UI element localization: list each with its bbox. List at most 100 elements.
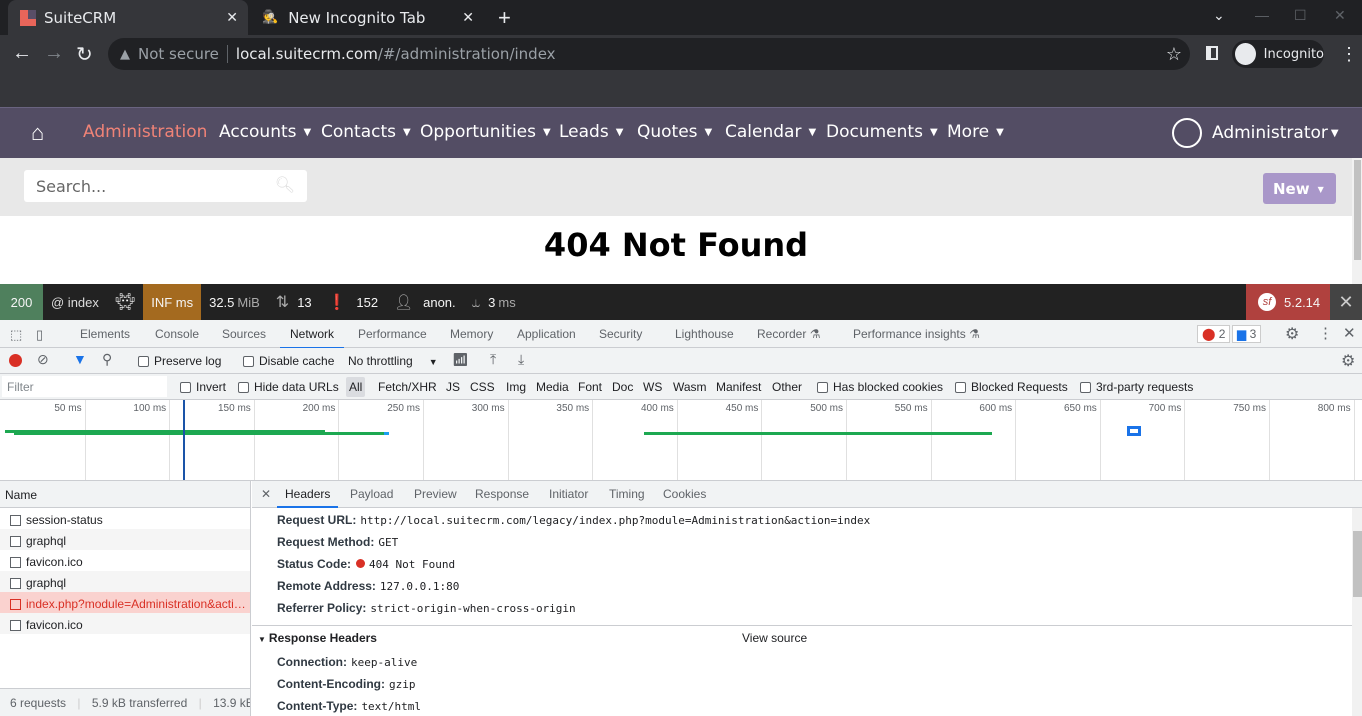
filter-type-ws[interactable]: WS <box>643 380 662 394</box>
record-icon[interactable] <box>9 354 22 367</box>
throttling-select[interactable]: No throttling ▼ <box>348 354 438 368</box>
blocked-requests-checkbox[interactable]: Blocked Requests <box>955 380 1068 394</box>
nav-quotes[interactable]: Quotes ▼ <box>637 122 712 142</box>
nav-leads[interactable]: Leads ▼ <box>559 122 623 142</box>
messages-badge[interactable]: ▆ 3 <box>1232 325 1262 343</box>
response-headers-section-toggle[interactable]: ▼ Response Headers <box>258 631 377 645</box>
bookmark-star-icon[interactable]: ☆ <box>1166 44 1182 65</box>
reload-icon[interactable]: ↻ <box>76 42 93 67</box>
inspect-element-icon[interactable]: ⬚ <box>10 327 22 343</box>
twig-panel[interactable]: ⥿ 3 ms <box>464 284 524 320</box>
view-source-link[interactable]: View source <box>742 631 807 645</box>
filter-icon[interactable]: ▼ <box>73 351 87 367</box>
detail-tab-cookies[interactable]: Cookies <box>663 487 706 501</box>
security-label[interactable]: Not secure <box>138 45 219 63</box>
filter-type-img[interactable]: Img <box>506 380 526 394</box>
filter-type-doc[interactable]: Doc <box>612 380 633 394</box>
errors-badge[interactable]: ⬤ 2 <box>1197 325 1231 343</box>
import-har-upload-icon[interactable]: ⤒ <box>490 351 496 368</box>
request-row[interactable]: graphql <box>0 571 250 592</box>
back-icon[interactable]: ← <box>12 42 32 65</box>
close-detail-icon[interactable]: ✕ <box>261 487 271 501</box>
side-panel-icon[interactable] <box>1206 46 1218 60</box>
nav-accounts[interactable]: Accounts ▼ <box>219 122 311 142</box>
new-record-button[interactable]: New ▼ <box>1263 173 1336 204</box>
dtab-application[interactable]: Application <box>517 327 576 341</box>
checkbox[interactable] <box>238 382 249 393</box>
nav-documents[interactable]: Documents ▼ <box>826 122 938 142</box>
checkbox[interactable] <box>243 356 254 367</box>
detail-tab-initiator[interactable]: Initiator <box>549 487 588 501</box>
home-icon[interactable]: ⌂ <box>31 120 44 146</box>
network-conditions-icon[interactable]: 📶︎ <box>452 352 469 368</box>
requests-panel[interactable]: ⇅ 13 <box>268 284 320 320</box>
dtab-console[interactable]: Console <box>155 327 199 341</box>
filter-type-js[interactable]: JS <box>446 380 460 394</box>
route-label[interactable]: @ index <box>43 284 107 320</box>
window-close-icon[interactable]: ✕ <box>1334 7 1346 24</box>
export-har-download-icon[interactable]: ⤓ <box>518 351 524 368</box>
minimize-icon[interactable]: — <box>1255 7 1269 23</box>
search-icon[interactable]: ⚲ <box>102 351 112 368</box>
status-code-badge[interactable]: 200 <box>0 284 43 320</box>
dtab-memory[interactable]: Memory <box>450 327 493 341</box>
preserve-log-checkbox[interactable]: Preserve log <box>138 354 221 368</box>
incognito-profile-button[interactable]: Incognito <box>1232 40 1324 68</box>
dtab-network[interactable]: Network <box>279 327 345 349</box>
nav-opportunities[interactable]: Opportunities ▼ <box>420 122 551 142</box>
checkbox[interactable] <box>1080 382 1091 393</box>
global-search-input[interactable]: Search... 🔍︎ <box>24 170 307 202</box>
request-row[interactable]: index.php?module=Administration&acti… <box>0 592 250 613</box>
dtab-recorder[interactable]: Recorder ⚗ <box>757 327 820 341</box>
filter-type-manifest[interactable]: Manifest <box>716 380 761 394</box>
checkbox[interactable] <box>817 382 828 393</box>
detail-tab-response[interactable]: Response <box>475 487 529 501</box>
third-party-requests-checkbox[interactable]: 3rd-party requests <box>1080 380 1193 394</box>
kebab-menu-icon[interactable]: ⋮ <box>1340 44 1358 65</box>
detail-tab-payload[interactable]: Payload <box>350 487 393 501</box>
detail-tab-timing[interactable]: Timing <box>609 487 645 501</box>
dtab-performance-insights[interactable]: Performance insights ⚗ <box>853 327 980 341</box>
maximize-icon[interactable]: ☐ <box>1294 7 1307 24</box>
network-settings-gear-icon[interactable]: ⚙ <box>1341 351 1355 371</box>
time-badge[interactable]: INF ms <box>143 284 202 320</box>
settings-gear-icon[interactable]: ⚙ <box>1285 324 1299 344</box>
memory-panel[interactable]: 32.5 MiB <box>201 284 268 320</box>
filter-type-fetch-xhr[interactable]: Fetch/XHR <box>378 380 437 394</box>
nav-more[interactable]: More ▼ <box>947 122 1004 142</box>
nav-administration[interactable]: Administration <box>83 122 207 142</box>
checkbox[interactable] <box>180 382 191 393</box>
dtab-security[interactable]: Security <box>599 327 642 341</box>
filter-type-wasm[interactable]: Wasm <box>673 380 707 394</box>
tab-search-chevron-icon[interactable]: ⌄ <box>1213 7 1225 24</box>
checkbox[interactable] <box>955 382 966 393</box>
clear-icon[interactable]: ⊘ <box>37 351 49 368</box>
filter-type-css[interactable]: CSS <box>470 380 495 394</box>
request-row[interactable]: favicon.ico <box>0 613 250 634</box>
close-tab-icon[interactable]: ✕ <box>462 10 474 26</box>
nav-calendar[interactable]: Calendar ▼ <box>725 122 816 142</box>
filter-type-media[interactable]: Media <box>536 380 569 394</box>
logs-panel[interactable]: ❗ 152 <box>320 284 386 320</box>
close-tab-icon[interactable]: ✕ <box>226 10 238 26</box>
browser-tab-incognito[interactable]: 🕵 New Incognito Tab ✕ <box>252 0 484 35</box>
request-row[interactable]: favicon.ico <box>0 550 250 571</box>
invert-checkbox[interactable]: Invert <box>180 380 226 394</box>
request-row[interactable]: session-status <box>0 508 250 529</box>
filter-type-font[interactable]: Font <box>578 380 602 394</box>
hide-data-urls-checkbox[interactable]: Hide data URLs <box>238 380 339 394</box>
nav-contacts[interactable]: Contacts ▼ <box>321 122 411 142</box>
detail-tab-preview[interactable]: Preview <box>414 487 457 501</box>
ghost-icon[interactable]: 👾︎ <box>107 284 143 320</box>
filter-type-all[interactable]: All <box>346 377 366 397</box>
device-toolbar-icon[interactable]: ▯ <box>36 327 43 343</box>
filter-input[interactable]: Filter <box>2 376 167 397</box>
network-overview-timeline[interactable]: 50 ms 100 ms 150 ms 200 ms 250 ms 300 ms 350 m… <box>0 400 1362 481</box>
dtab-lighthouse[interactable]: Lighthouse <box>675 327 734 341</box>
devtools-menu-icon[interactable]: ⋮ <box>1318 324 1333 342</box>
forward-icon[interactable]: → <box>44 42 64 65</box>
security-panel[interactable]: 👤︎ anon. <box>386 284 464 320</box>
disable-cache-checkbox[interactable]: Disable cache <box>243 354 334 368</box>
user-menu[interactable]: Administrator ▼ <box>1212 123 1339 143</box>
request-row[interactable]: graphql <box>0 529 250 550</box>
